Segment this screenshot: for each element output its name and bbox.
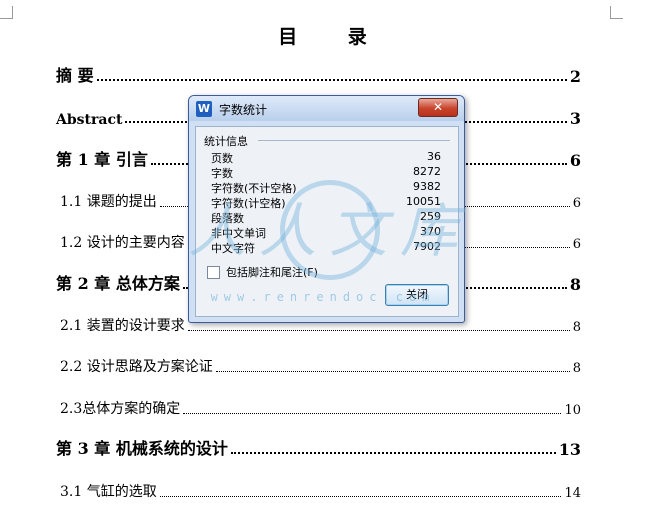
toc-leader-dots — [215, 371, 570, 372]
stat-label: 字符数(不计空格) — [211, 182, 297, 195]
toc-entry-label: 2.3总体方案的确定 — [60, 401, 181, 417]
toc-entry-abstract-cn[interactable]: 摘 要 2 — [56, 62, 581, 86]
toc-entry-page: 8 — [572, 320, 581, 335]
toc-leader-dots — [230, 452, 556, 454]
include-footnotes-checkbox-row[interactable]: 包括脚注和尾注(F) — [207, 264, 318, 280]
stat-row-chinese-chars: 中文字符 7902 — [211, 240, 441, 255]
dialog-titlebar[interactable]: W 字数统计 ✕ — [189, 96, 464, 121]
toc-entry-label: 3.1 气缸的选取 — [60, 484, 157, 500]
stat-label: 非中文单词 — [211, 227, 266, 240]
stat-value: 36 — [427, 150, 441, 163]
toc-entry-chapter-3[interactable]: 第 3 章 机械系统的设计 13 — [56, 435, 581, 459]
stat-row-paragraphs: 段落数 259 — [211, 210, 441, 225]
page-corner-mark — [610, 6, 623, 19]
toc-entry-page: 8 — [572, 361, 581, 376]
toc-entry-page: 8 — [569, 275, 581, 294]
stat-label: 页数 — [211, 152, 233, 165]
stat-row-words: 字数 8272 — [211, 165, 441, 180]
stats-group-label: 统计信息 — [204, 133, 251, 149]
toc-entry-label: 摘 要 — [56, 66, 94, 85]
stat-row-chars-with-space: 字符数(计空格) 10051 — [211, 195, 441, 210]
stat-label: 字数 — [211, 167, 233, 180]
toc-entry-page: 3 — [569, 109, 581, 128]
stat-value: 7902 — [413, 240, 441, 253]
toc-entry-label: 第 3 章 机械系统的设计 — [56, 439, 228, 458]
toc-entry-page: 10 — [564, 403, 581, 418]
toc-entry-page: 6 — [569, 151, 581, 170]
toc-entry-label: 2.2 设计思路及方案论证 — [60, 359, 213, 375]
toc-entry-label: Abstract — [56, 112, 123, 128]
stat-value: 259 — [420, 210, 441, 223]
close-icon[interactable]: ✕ — [418, 98, 458, 117]
toc-leader-dots — [96, 79, 567, 81]
stat-row-chars-no-space: 字符数(不计空格) 9382 — [211, 180, 441, 195]
stat-label: 字符数(计空格) — [211, 197, 286, 210]
wps-writer-icon: W — [196, 101, 212, 117]
toc-entry-page: 14 — [564, 486, 581, 501]
stat-value: 10051 — [406, 195, 441, 208]
toc-entry-page: 2 — [569, 67, 581, 86]
stat-row-pages: 页数 36 — [211, 150, 441, 165]
group-divider — [258, 140, 450, 141]
toc-entry-page: 13 — [558, 440, 581, 459]
toc-leader-dots — [187, 330, 570, 331]
dialog-client-area: 统计信息 页数 36 字数 8272 字符数(不计空格) 9382 字符数(计空… — [195, 126, 459, 317]
include-footnotes-checkbox[interactable] — [207, 265, 220, 279]
toc-leader-dots — [159, 496, 562, 497]
dialog-title: 字数统计 — [219, 103, 268, 117]
toc-entry-section-2-3[interactable]: 2.3总体方案的确定 10 — [60, 394, 581, 418]
toc-entry-label: 1.2 设计的主要内容 — [60, 235, 185, 251]
toc-entry-page: 6 — [572, 196, 581, 211]
toc-entry-label: 2.1 装置的设计要求 — [60, 318, 185, 334]
stat-row-non-chinese-words: 非中文单词 370 — [211, 225, 441, 240]
toc-entry-section-2-2[interactable]: 2.2 设计思路及方案论证 8 — [60, 352, 581, 376]
stat-value: 8272 — [413, 165, 441, 178]
toc-entry-label: 1.1 课题的提出 — [60, 194, 157, 210]
toc-entry-label: 第 2 章 总体方案 — [56, 274, 180, 293]
close-button[interactable]: 关闭 — [385, 284, 449, 306]
stat-value: 370 — [420, 225, 441, 238]
toc-leader-dots — [183, 413, 562, 414]
stat-label: 中文字符 — [211, 242, 255, 255]
stat-value: 9382 — [413, 180, 441, 193]
toc-entry-section-3-1[interactable]: 3.1 气缸的选取 14 — [60, 477, 581, 501]
toc-entry-page: 6 — [572, 237, 581, 252]
word-count-dialog: W 字数统计 ✕ 统计信息 页数 36 字数 8272 字符数(不计空格) 93… — [188, 95, 465, 323]
toc-title: 目 录 — [278, 26, 389, 48]
page-corner-mark — [0, 6, 13, 19]
include-footnotes-label: 包括脚注和尾注(F) — [226, 266, 318, 279]
stat-label: 段落数 — [211, 212, 244, 225]
toc-entry-label: 第 1 章 引言 — [56, 150, 148, 169]
